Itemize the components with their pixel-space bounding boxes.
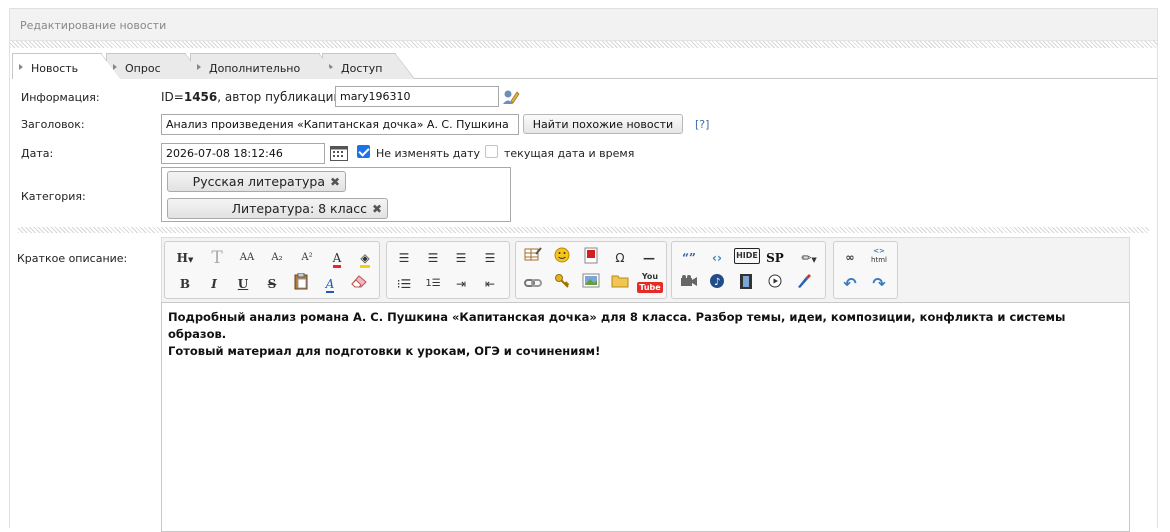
horizontal-rule-icon[interactable]: — xyxy=(637,247,661,269)
author-input[interactable]: mary196310 xyxy=(335,86,499,107)
toolbar-group-misc: ∞ <> html ↶ ↷ xyxy=(833,241,898,299)
title-label: Заголовок: xyxy=(21,118,85,131)
code-icon[interactable]: ‹› xyxy=(705,247,729,269)
toolbar-group-blocks: “” ‹› HIDE SP ✏▼ ♪ xyxy=(671,241,826,299)
html-label: html xyxy=(871,256,887,264)
hatch-divider xyxy=(18,227,1149,233)
category-chip: Русская литература ✖ xyxy=(167,171,346,192)
font-icon[interactable]: T xyxy=(205,247,229,269)
align-justify-icon[interactable]: ☰ xyxy=(478,247,502,269)
table-icon[interactable] xyxy=(521,247,545,269)
bold-button[interactable]: B xyxy=(173,273,197,295)
title-input[interactable]: Анализ произведения «Капитанская дочка» … xyxy=(161,114,519,135)
svg-text:♪: ♪ xyxy=(714,277,720,288)
short-description-editor[interactable]: Подробный анализ романа А. С. Пушкина «К… xyxy=(161,302,1130,532)
spoiler-button[interactable]: SP xyxy=(763,247,787,269)
image-icon[interactable] xyxy=(579,273,603,295)
subscript-icon[interactable]: A₂ xyxy=(265,247,289,269)
tab-extra[interactable]: Дополнительно xyxy=(190,53,339,79)
align-right-icon[interactable]: ☰ xyxy=(449,247,473,269)
fill-color-icon[interactable]: ◈ xyxy=(353,247,377,269)
tab-label: Опрос xyxy=(125,62,161,75)
quote-icon[interactable]: “” xyxy=(677,247,701,269)
tab-label: Дополнительно xyxy=(209,62,301,75)
superscript-icon[interactable]: A² xyxy=(295,247,319,269)
chip-label: Литература: 8 класс xyxy=(231,201,367,216)
panel-title: Редактирование новости xyxy=(10,9,1157,41)
youtube-icon[interactable]: You Tube xyxy=(637,271,663,297)
editor-text-line: Подробный анализ романа А. С. Пушкина «К… xyxy=(168,310,1066,341)
underline-button[interactable]: U xyxy=(231,273,255,295)
align-left-icon[interactable]: ☰ xyxy=(392,247,416,269)
play-icon[interactable] xyxy=(763,273,787,295)
category-select[interactable]: Русская литература ✖ Литература: 8 класс… xyxy=(161,167,511,222)
keep-date-checkbox[interactable] xyxy=(357,145,370,158)
film-icon[interactable] xyxy=(734,273,758,295)
short-desc-label: Краткое описание: xyxy=(17,252,128,265)
numbered-list-icon[interactable]: 1☰ xyxy=(421,273,445,295)
bullet-list-icon[interactable]: ⁝☰ xyxy=(392,273,416,295)
tab-bar: Новость Опрос Дополнительно Доступ xyxy=(12,53,1157,79)
video-icon[interactable] xyxy=(677,273,701,295)
html-source-icon[interactable]: <> html xyxy=(867,247,891,269)
tab-label: Новость xyxy=(31,62,79,75)
id-prefix: ID= xyxy=(161,90,184,104)
brush-icon[interactable] xyxy=(792,273,816,295)
calendar-icon[interactable] xyxy=(330,146,348,161)
author-label: , автор публикации: xyxy=(217,90,346,104)
find-icon[interactable]: ∞ xyxy=(838,247,862,269)
remove-chip-icon[interactable]: ✖ xyxy=(330,175,340,189)
tab-label: Доступ xyxy=(341,62,383,75)
category-label: Категория: xyxy=(21,190,86,203)
hide-button[interactable]: HIDE xyxy=(734,248,760,264)
chip-label: Русская литература xyxy=(192,174,325,189)
heading-dropdown[interactable]: H▼ xyxy=(168,247,202,269)
date-input[interactable]: 2026-07-08 18:12:46 xyxy=(161,143,325,164)
find-similar-button[interactable]: Найти похожие новости xyxy=(523,114,683,134)
pencil-user-icon[interactable] xyxy=(502,88,520,106)
toolbar-group-align: ☰ ☰ ☰ ☰ ⁝☰ 1☰ ⇥ ⇤ xyxy=(386,241,510,299)
strikethrough-button[interactable]: S xyxy=(260,273,284,295)
info-text: ID=1456, автор публикации: xyxy=(161,90,345,104)
link-icon[interactable] xyxy=(521,273,545,295)
current-date-checkbox[interactable] xyxy=(485,145,498,158)
indent-icon[interactable]: ⇥ xyxy=(449,273,473,295)
align-center-icon[interactable]: ☰ xyxy=(421,247,445,269)
category-chip: Литература: 8 класс ✖ xyxy=(167,198,388,219)
tab-arrow-icon xyxy=(19,64,23,70)
toolbar-group-insert: Ω — You Tube xyxy=(515,241,667,299)
help-link[interactable]: [?] xyxy=(695,118,709,131)
remove-chip-icon[interactable]: ✖ xyxy=(372,202,382,216)
hatch-divider xyxy=(10,41,1157,48)
current-date-label: текущая дата и время xyxy=(504,147,635,160)
editor-text-line: Готовый материал для подготовки к урокам… xyxy=(168,344,601,358)
eraser-icon[interactable] xyxy=(347,273,371,295)
editor-toolbar: H▼ T AA A₂ A² A ◈ B I U S A ☰ ☰ ☰ ☰ ⁝☰ 1… xyxy=(161,237,1130,303)
audio-icon[interactable]: ♪ xyxy=(705,273,729,295)
redo-icon[interactable]: ↷ xyxy=(867,273,891,295)
text-color-icon[interactable]: A xyxy=(325,247,349,269)
toolbar-group-format: H▼ T AA A₂ A² A ◈ B I U S A xyxy=(164,241,380,299)
pdf-icon[interactable] xyxy=(579,247,603,269)
key-icon[interactable] xyxy=(550,273,574,295)
undo-icon[interactable]: ↶ xyxy=(838,273,862,295)
folder-icon[interactable] xyxy=(608,273,632,295)
paste-icon[interactable] xyxy=(289,272,313,295)
tab-news[interactable]: Новость xyxy=(12,53,121,79)
outdent-icon[interactable]: ⇤ xyxy=(478,273,502,295)
info-label: Информация: xyxy=(21,91,100,104)
italic-button[interactable]: I xyxy=(202,273,226,295)
date-label: Дата: xyxy=(21,147,54,160)
keep-date-label: Не изменять дату xyxy=(376,147,481,160)
pen-dropdown[interactable]: ✏▼ xyxy=(792,247,826,269)
font-size-icon[interactable]: AA xyxy=(235,247,259,269)
special-char-button[interactable]: Ω xyxy=(608,247,632,269)
news-id: 1456 xyxy=(183,90,218,104)
clear-format-icon[interactable]: A xyxy=(318,273,342,295)
smiley-icon[interactable] xyxy=(550,247,574,269)
